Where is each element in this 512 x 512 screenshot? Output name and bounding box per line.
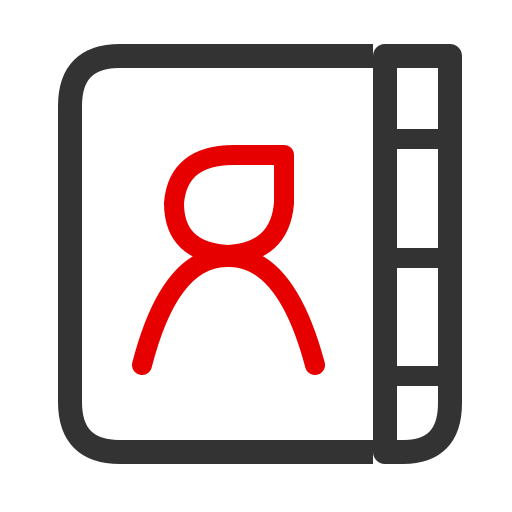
person-head-icon bbox=[164, 145, 294, 265]
person-body-icon bbox=[132, 246, 325, 375]
icon-canvas bbox=[0, 0, 512, 512]
address-book-icon bbox=[58, 44, 462, 464]
